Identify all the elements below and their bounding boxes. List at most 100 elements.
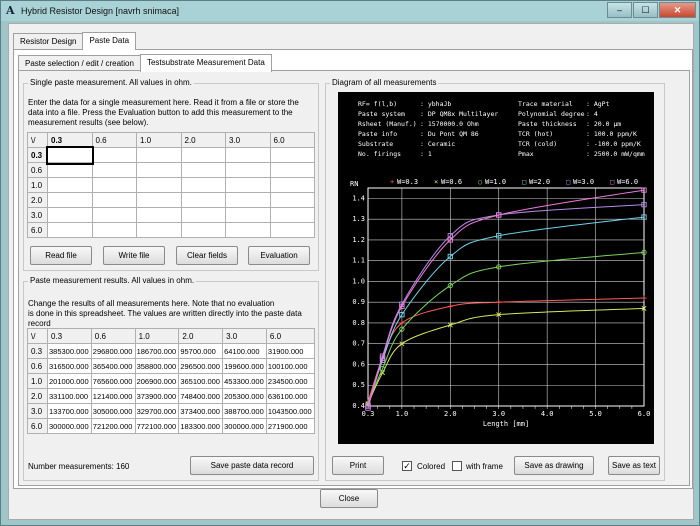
info-key: TCR (cold)	[518, 140, 557, 148]
table-cell[interactable]: 373400.000	[178, 403, 224, 419]
diagram-title: Diagram of all measurements	[330, 78, 439, 87]
table-cell[interactable]: 388700.000	[222, 403, 267, 419]
clear-fields-button[interactable]: Clear fields	[176, 246, 238, 265]
minimize-button[interactable]: –	[607, 2, 632, 18]
table-cell[interactable]: 183300.000	[178, 418, 224, 434]
save-as-drawing-button[interactable]: Save as drawing	[514, 456, 594, 475]
grid-cell[interactable]	[91, 192, 137, 208]
grid-cell[interactable]	[91, 207, 137, 223]
table-cell[interactable]: 100100.000	[265, 358, 316, 374]
grid-cell[interactable]	[136, 162, 182, 178]
grid-cell[interactable]	[269, 192, 315, 208]
table-cell[interactable]: 365100.000	[178, 373, 224, 389]
evaluation-button[interactable]: Evaluation	[248, 246, 310, 265]
table-cell[interactable]: 64100.000	[222, 343, 267, 359]
table-cell[interactable]: 748400.000	[178, 388, 224, 404]
table-cell[interactable]: 205300.000	[222, 388, 267, 404]
tab-paste-data[interactable]: Paste Data	[82, 32, 137, 50]
tab-paste-selection[interactable]: Paste selection / edit / creation	[18, 55, 141, 71]
table-cell[interactable]: 365400.000	[90, 358, 136, 374]
grid-cell[interactable]	[180, 177, 226, 193]
grid-cell[interactable]	[136, 222, 182, 238]
table-cell[interactable]: 772100.000	[134, 418, 180, 434]
grid-cell[interactable]	[225, 222, 271, 238]
table-cell[interactable]: 234500.000	[265, 373, 316, 389]
grid-cell[interactable]	[136, 207, 182, 223]
grid-cell[interactable]	[47, 222, 93, 238]
grid-cell[interactable]	[269, 147, 315, 163]
table-cell[interactable]: 271900.000	[265, 418, 316, 434]
grid-cell[interactable]	[47, 177, 93, 193]
write-file-button[interactable]: Write file	[103, 246, 165, 265]
grid-cell[interactable]	[47, 162, 93, 178]
colored-checkbox[interactable]: ✓	[402, 461, 412, 471]
grid-cell[interactable]	[269, 207, 315, 223]
table-cell[interactable]: 206900.000	[134, 373, 180, 389]
close-button[interactable]: Close	[320, 489, 378, 508]
tab-testsubstrate[interactable]: Testsubstrate Measurement Data	[139, 54, 272, 72]
table-cell[interactable]: 385300.000	[47, 343, 92, 359]
grid-cell[interactable]	[136, 147, 182, 163]
grid-cell[interactable]	[47, 192, 93, 208]
table-cell[interactable]: 201000.000	[47, 373, 92, 389]
table-cell[interactable]: 199600.000	[222, 358, 267, 374]
table-cell[interactable]: 316500.000	[47, 358, 92, 374]
grid-cell[interactable]	[225, 177, 271, 193]
table-cell[interactable]: 636100.000	[265, 388, 316, 404]
table-cell[interactable]: 331100.000	[47, 388, 92, 404]
grid-cell[interactable]	[180, 207, 226, 223]
table-cell[interactable]: 305000.000	[90, 403, 136, 419]
table-cell[interactable]: 95700.000	[178, 343, 224, 359]
title-bar[interactable]: A Hybrid Resistor Design [navrh snimaca]…	[1, 1, 699, 21]
grid-cell[interactable]	[180, 222, 226, 238]
y-tick-label: 0.8	[352, 319, 365, 327]
table-cell[interactable]: 133700.000	[47, 403, 92, 419]
table-cell[interactable]: 31900.000	[265, 343, 316, 359]
grid-cell[interactable]	[47, 207, 93, 223]
grid-cell[interactable]	[269, 222, 315, 238]
info-value: : DP QM8x Multilayer	[420, 110, 498, 118]
table-cell[interactable]: 296500.000	[178, 358, 224, 374]
grid-cell[interactable]	[180, 162, 226, 178]
results-grid[interactable]: \/0.3 0.6 1.0 2.0 3.0 6.0 0.3 385300.000 296800.…	[27, 328, 316, 434]
grid-cell[interactable]	[91, 162, 137, 178]
save-as-text-button[interactable]: Save as text	[608, 456, 660, 475]
grid-cell[interactable]	[269, 162, 315, 178]
row-header: 2.0	[27, 388, 48, 404]
maximize-button[interactable]: ☐	[633, 2, 658, 18]
table-cell[interactable]: 358800.000	[134, 358, 180, 374]
grid-cell[interactable]	[91, 177, 137, 193]
grid-cell[interactable]	[225, 192, 271, 208]
table-cell[interactable]: 1043500.000	[265, 403, 316, 419]
save-paste-data-button[interactable]: Save paste data record	[190, 456, 314, 475]
grid-cell[interactable]	[45, 145, 94, 165]
tab-resistor-design[interactable]: Resistor Design	[13, 33, 84, 49]
grid-cell[interactable]	[269, 177, 315, 193]
table-cell[interactable]: 296800.000	[90, 343, 136, 359]
grid-cell[interactable]	[225, 147, 271, 163]
single-measurement-grid[interactable]: \/0.3 0.6 1.0 2.0 3.0 6.0 0.3 0.6 1.0 2.0 3.0 6.0	[27, 132, 315, 238]
close-window-button[interactable]: ✕	[659, 2, 696, 18]
print-button[interactable]: Print	[332, 456, 384, 475]
legend-entry: W=0.6	[441, 178, 462, 186]
table-cell[interactable]: 329700.000	[134, 403, 180, 419]
read-file-button[interactable]: Read file	[30, 246, 92, 265]
table-cell[interactable]: 373900.000	[134, 388, 180, 404]
table-cell[interactable]: 300000.000	[222, 418, 267, 434]
table-cell[interactable]: 121400.000	[90, 388, 136, 404]
grid-cell[interactable]	[91, 222, 137, 238]
grid-cell[interactable]	[180, 147, 226, 163]
grid-cell[interactable]	[91, 147, 137, 163]
table-cell[interactable]: 453300.000	[222, 373, 267, 389]
table-cell[interactable]: 186700.000	[134, 343, 180, 359]
grid-cell[interactable]	[180, 192, 226, 208]
with-frame-checkbox[interactable]	[452, 461, 462, 471]
table-cell[interactable]: 721200.000	[90, 418, 136, 434]
row-header: 0.3	[27, 147, 48, 163]
table-cell[interactable]: 765600.000	[90, 373, 136, 389]
table-cell[interactable]: 300000.000	[47, 418, 92, 434]
grid-cell[interactable]	[225, 162, 271, 178]
grid-cell[interactable]	[136, 192, 182, 208]
grid-cell[interactable]	[225, 207, 271, 223]
grid-cell[interactable]	[136, 177, 182, 193]
